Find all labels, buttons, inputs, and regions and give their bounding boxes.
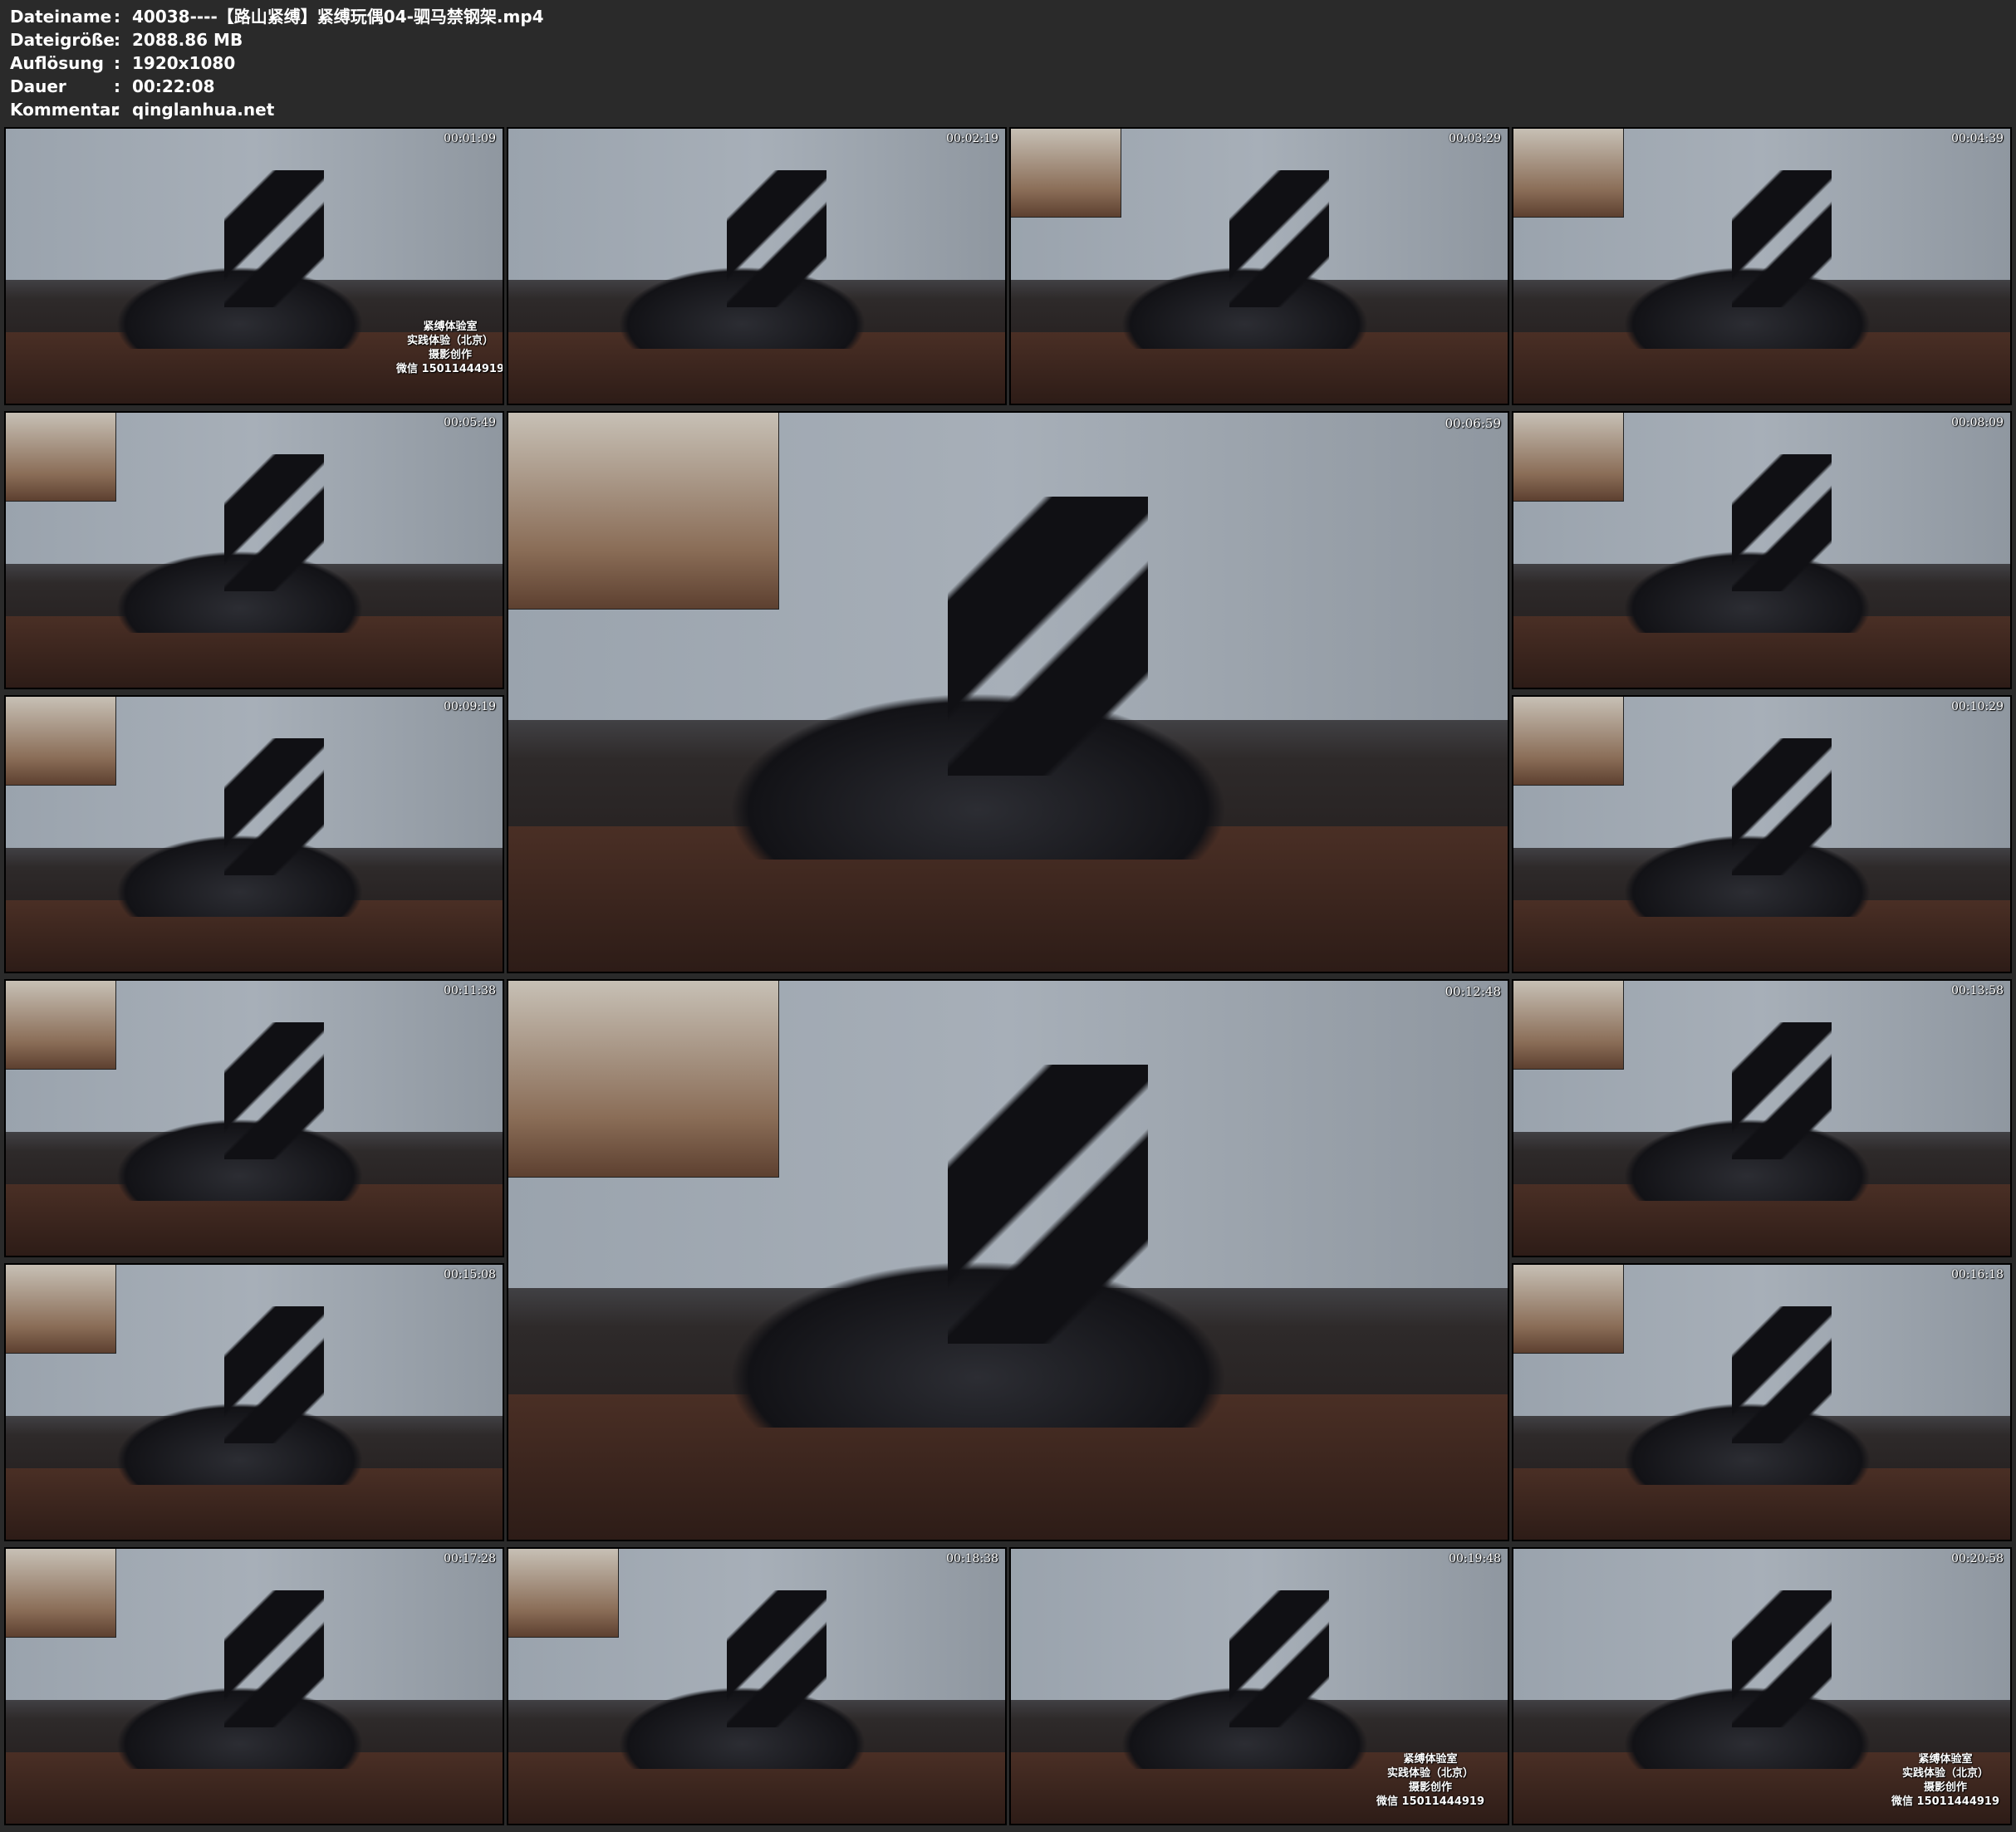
thumbnail-timestamp: 00:15:08 bbox=[444, 1268, 496, 1281]
watermark-text: 紧缚体验室 实践体验（北京） 摄影创作 微信 15011444919 bbox=[1376, 1752, 1484, 1809]
thumbnail-timestamp: 00:01:09 bbox=[444, 132, 496, 145]
thumbnail-timestamp: 00:13:58 bbox=[1951, 984, 2004, 997]
thumbnail-timestamp: 00:02:19 bbox=[946, 132, 998, 145]
scene-figure-legs bbox=[1732, 1021, 1832, 1160]
video-thumbnail: 00:10:29 bbox=[1512, 695, 2012, 973]
watermark-line: 微信 15011444919 bbox=[1891, 1795, 2000, 1808]
thumbnail-timestamp: 00:04:39 bbox=[1951, 132, 2004, 145]
scene-figure-legs bbox=[1732, 1305, 1832, 1444]
picture-in-picture-inset bbox=[1513, 129, 1624, 218]
thumbnail-grid: 00:01:09 紧缚体验室 实践体验（北京） 摄影创作 微信 15011444919 0… bbox=[0, 0, 2016, 1832]
scene-figure-legs bbox=[224, 737, 324, 876]
video-thumbnail: 00:05:49 bbox=[4, 411, 504, 689]
thumbnail-timestamp: 00:11:38 bbox=[444, 984, 496, 997]
thumbnail-timestamp: 00:06:59 bbox=[1445, 416, 1501, 431]
scene-figure-legs bbox=[224, 1590, 324, 1728]
video-thumbnail: 00:15:08 bbox=[4, 1263, 504, 1541]
watermark-line: 微信 15011444919 bbox=[396, 363, 504, 375]
watermark-line: 紧缚体验室 bbox=[1918, 1753, 1973, 1766]
thumbnail-timestamp: 00:19:48 bbox=[1449, 1552, 1501, 1565]
thumbnail-timestamp: 00:08:09 bbox=[1951, 416, 2004, 429]
video-thumbnail: 00:08:09 bbox=[1512, 411, 2012, 689]
watermark-line: 摄影创作 bbox=[1924, 1781, 1968, 1794]
picture-in-picture-inset bbox=[508, 413, 779, 610]
watermark-line: 紧缚体验室 bbox=[423, 321, 478, 333]
scene-figure-legs bbox=[224, 169, 324, 308]
video-thumbnail: 00:06:59 bbox=[507, 411, 1509, 973]
watermark-line: 实践体验（北京） bbox=[1387, 1767, 1474, 1780]
video-thumbnail: 00:13:58 bbox=[1512, 979, 2012, 1257]
picture-in-picture-inset bbox=[1513, 413, 1624, 502]
video-thumbnail: 00:20:58 紧缚体验室 实践体验（北京） 摄影创作 微信 15011444919 bbox=[1512, 1547, 2012, 1825]
scene-figure-legs bbox=[224, 453, 324, 592]
scene-figure-legs bbox=[727, 1590, 827, 1728]
watermark-line: 摄影创作 bbox=[429, 349, 473, 361]
picture-in-picture-inset bbox=[6, 413, 116, 502]
thumbnail-timestamp: 00:03:29 bbox=[1449, 132, 1501, 145]
video-thumbnail: 00:09:19 bbox=[4, 695, 504, 973]
picture-in-picture-inset bbox=[508, 981, 779, 1178]
scene-figure-legs bbox=[224, 1021, 324, 1160]
picture-in-picture-inset bbox=[1513, 981, 1624, 1070]
video-thumbnail: 00:04:39 bbox=[1512, 127, 2012, 405]
picture-in-picture-inset bbox=[6, 697, 116, 786]
watermark-line: 紧缚体验室 bbox=[1403, 1753, 1458, 1766]
watermark-line: 微信 15011444919 bbox=[1376, 1795, 1485, 1808]
thumbnail-timestamp: 00:18:38 bbox=[946, 1552, 998, 1565]
video-thumbnail: 00:19:48 紧缚体验室 实践体验（北京） 摄影创作 微信 15011444919 bbox=[1009, 1547, 1509, 1825]
watermark-text: 紧缚体验室 实践体验（北京） 摄影创作 微信 15011444919 bbox=[1891, 1752, 1999, 1809]
thumbnail-timestamp: 00:17:28 bbox=[444, 1552, 496, 1565]
video-thumbnail: 00:01:09 紧缚体验室实践体验（北京） 摄影创作微信 15011444919 bbox=[4, 127, 504, 405]
video-thumbnail: 00:18:38 bbox=[507, 1547, 1007, 1825]
picture-in-picture-inset bbox=[1513, 697, 1624, 786]
scene-figure-legs bbox=[948, 1064, 1148, 1345]
picture-in-picture-inset bbox=[6, 1265, 116, 1354]
picture-in-picture-inset bbox=[6, 1549, 116, 1638]
watermark-line: 实践体验（北京） bbox=[407, 335, 494, 347]
video-thumbnail: 00:16:18 bbox=[1512, 1263, 2012, 1541]
video-thumbnail: 00:11:38 bbox=[4, 979, 504, 1257]
scene-figure-legs bbox=[1732, 169, 1832, 308]
scene-figure-legs bbox=[1229, 1590, 1329, 1728]
scene-figure-legs bbox=[727, 169, 827, 308]
thumbnail-timestamp: 00:12:48 bbox=[1445, 984, 1501, 999]
picture-in-picture-inset bbox=[1513, 1265, 1624, 1354]
watermark-line: 实践体验（北京） bbox=[1902, 1767, 1989, 1780]
thumbnail-timestamp: 00:16:18 bbox=[1951, 1268, 2004, 1281]
scene-figure-legs bbox=[1732, 453, 1832, 592]
watermark-line: 摄影创作 bbox=[1409, 1781, 1453, 1794]
scene-figure-legs bbox=[1732, 737, 1832, 876]
thumbnail-timestamp: 00:20:58 bbox=[1951, 1552, 2004, 1565]
thumbnail-timestamp: 00:09:19 bbox=[444, 700, 496, 713]
scene-figure-legs bbox=[948, 496, 1148, 776]
video-thumbnail: 00:02:19 bbox=[507, 127, 1007, 405]
video-thumbnail: 00:03:29 bbox=[1009, 127, 1509, 405]
thumbnail-timestamp: 00:05:49 bbox=[444, 416, 496, 429]
picture-in-picture-inset bbox=[1011, 129, 1121, 218]
watermark-text: 紧缚体验室实践体验（北京） 摄影创作微信 15011444919 bbox=[396, 320, 504, 376]
scene-figure-legs bbox=[224, 1305, 324, 1444]
scene-figure-legs bbox=[1229, 169, 1329, 308]
scene-figure-legs bbox=[1732, 1590, 1832, 1728]
picture-in-picture-inset bbox=[508, 1549, 619, 1638]
video-thumbnail: 00:17:28 bbox=[4, 1547, 504, 1825]
video-thumbnail: 00:12:48 bbox=[507, 979, 1509, 1541]
picture-in-picture-inset bbox=[6, 981, 116, 1070]
thumbnail-timestamp: 00:10:29 bbox=[1951, 700, 2004, 713]
